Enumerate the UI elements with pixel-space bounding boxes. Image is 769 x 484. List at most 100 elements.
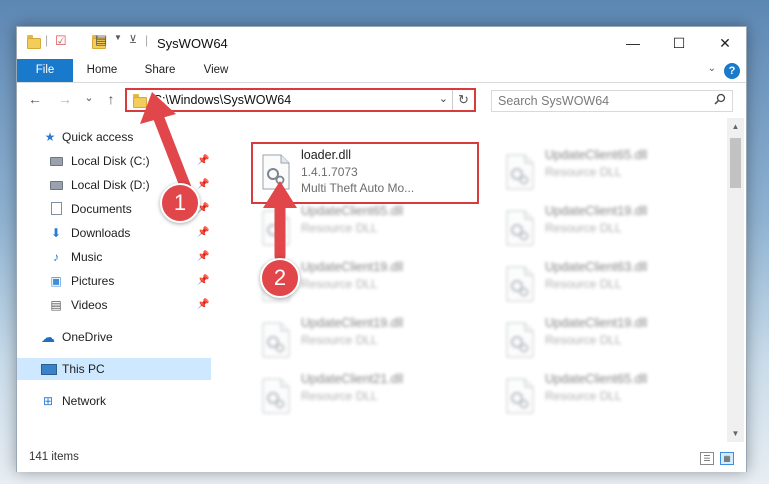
separator: |: [45, 33, 49, 47]
up-arrow-icon[interactable]: ↑: [101, 91, 121, 107]
sidebar-item-local-disk-c[interactable]: Local Disk (C:) 📌: [17, 150, 211, 172]
dll-file-icon: [262, 378, 290, 414]
recent-locations-icon[interactable]: ⌄: [79, 91, 99, 104]
pictures-icon: ▣: [50, 274, 62, 288]
address-bar[interactable]: C:\Windows\SysWOW64 ⌄ ↻: [125, 88, 476, 112]
file-detail: Resource DLL: [545, 165, 622, 179]
navigation-pane: ★ Quick access Local Disk (C:) 📌 Local D…: [17, 118, 211, 442]
pin-icon[interactable]: 📌: [197, 222, 209, 244]
sidebar-item-label: Quick access: [62, 130, 134, 144]
file-name[interactable]: UpdateClient19.dll: [545, 204, 647, 218]
chevron-down-icon[interactable]: ⌄: [708, 63, 716, 74]
file-detail: Resource DLL: [301, 221, 378, 235]
file-detail: Resource DLL: [545, 333, 622, 347]
file-name[interactable]: UpdateClient65.dll: [301, 204, 403, 218]
file-name[interactable]: loader.dll: [301, 148, 351, 162]
scroll-up-icon[interactable]: ▲: [727, 118, 744, 135]
tab-file[interactable]: File: [17, 59, 73, 82]
tab-share[interactable]: Share: [135, 59, 185, 82]
network-icon: ⊞: [42, 394, 54, 408]
pin-icon[interactable]: 📌: [197, 294, 209, 316]
file-name[interactable]: UpdateClient19.dll: [545, 316, 647, 330]
file-name[interactable]: UpdateClient19.dll: [301, 316, 403, 330]
step-1-badge: 1: [160, 183, 200, 223]
sidebar-item-label: Network: [62, 394, 107, 408]
scroll-thumb[interactable]: [730, 138, 741, 188]
tab-home[interactable]: Home: [77, 59, 127, 82]
chevron-down-icon[interactable]: ⌄: [439, 92, 448, 105]
file-item[interactable]: UpdateClient65.dll Resource DLL: [497, 144, 721, 200]
this-pc-icon: [41, 362, 57, 376]
sidebar-item-pictures[interactable]: ▣ Pictures 📌: [17, 270, 211, 292]
search-icon[interactable]: [714, 93, 726, 108]
properties-icon[interactable]: ☑: [55, 33, 67, 49]
status-bar: 141 items ☰ ▦: [17, 446, 746, 472]
search-placeholder[interactable]: Search SysWOW64: [498, 94, 609, 108]
sidebar-item-label: Downloads: [71, 226, 131, 240]
close-button[interactable]: ✕: [702, 27, 748, 59]
sidebar-item-label: Pictures: [71, 274, 115, 288]
file-name[interactable]: UpdateClient63.dll: [545, 260, 647, 274]
step-2-badge: 2: [260, 258, 300, 298]
file-name[interactable]: UpdateClient21.dll: [301, 372, 403, 386]
quick-access-toolbar-icon[interactable]: ▤: [95, 32, 107, 48]
downloads-icon: ⬇: [50, 226, 62, 240]
music-icon: ♪: [53, 250, 59, 264]
file-item[interactable]: UpdateClient19.dll Resource DLL: [497, 312, 721, 368]
star-icon: ★: [44, 130, 56, 144]
file-item[interactable]: UpdateClient63.dll Resource DLL: [497, 256, 721, 312]
ribbon-tabs: File Home Share View ⌄ ?: [17, 59, 746, 83]
minimize-button[interactable]: —: [610, 27, 656, 59]
customize-toolbar-icon[interactable]: ⊻: [129, 33, 137, 49]
large-icons-view-icon[interactable]: ▦: [720, 452, 734, 465]
details-view-icon[interactable]: ☰: [700, 452, 714, 465]
dll-file-icon: [506, 210, 534, 246]
tab-view[interactable]: View: [191, 59, 241, 82]
sidebar-item-this-pc[interactable]: This PC: [17, 358, 211, 380]
sidebar-item-videos[interactable]: ▤ Videos 📌: [17, 294, 211, 316]
sidebar-item-label: Documents: [71, 202, 132, 216]
sidebar-item-downloads[interactable]: ⬇ Downloads 📌: [17, 222, 211, 244]
pin-icon[interactable]: 📌: [197, 174, 209, 196]
vertical-scrollbar[interactable]: ▲ ▼: [727, 118, 744, 442]
help-icon[interactable]: ?: [724, 63, 740, 79]
file-item[interactable]: UpdateClient65.dll Resource DLL: [253, 200, 477, 256]
dll-file-icon: [506, 378, 534, 414]
folder-icon: [27, 35, 41, 49]
search-input[interactable]: Search SysWOW64: [491, 90, 733, 112]
chevron-down-icon[interactable]: ▼: [114, 33, 122, 49]
scroll-down-icon[interactable]: ▼: [727, 425, 744, 442]
back-arrow-icon[interactable]: ←: [25, 91, 45, 107]
dll-file-icon: [506, 154, 534, 190]
file-detail: Resource DLL: [545, 221, 622, 235]
maximize-button[interactable]: ☐: [656, 27, 702, 59]
file-explorer-window: | ☑ ▤ ▼ ⊻ | SysWOW64 — ☐ ✕ File Home Sha…: [16, 26, 747, 472]
file-item[interactable]: UpdateClient21.dll Resource DLL: [253, 368, 477, 424]
separator: |: [145, 33, 149, 47]
navigation-bar: ← → ⌄ ↑ C:\Windows\SysWOW64 ⌄ ↻ Search S…: [17, 83, 746, 118]
sidebar-item-label: Local Disk (C:): [71, 154, 150, 168]
sidebar-item-label: Videos: [71, 298, 108, 312]
file-name[interactable]: UpdateClient19.dll: [301, 260, 403, 274]
sidebar-item-quick-access[interactable]: ★ Quick access: [17, 126, 211, 148]
pin-icon[interactable]: 📌: [197, 150, 209, 172]
file-item-selected[interactable]: loader.dll 1.4.1.7073 Multi Theft Auto Mo.…: [251, 142, 479, 204]
drive-icon: [49, 178, 63, 192]
pin-icon[interactable]: 📌: [197, 246, 209, 268]
sidebar-item-network[interactable]: ⊞ Network: [17, 390, 211, 412]
address-path[interactable]: C:\Windows\SysWOW64: [153, 93, 291, 107]
sidebar-item-label: Local Disk (D:): [71, 178, 150, 192]
forward-arrow-icon[interactable]: →: [55, 91, 75, 107]
videos-icon: ▤: [50, 298, 62, 312]
file-name[interactable]: UpdateClient65.dll: [545, 148, 647, 162]
refresh-icon[interactable]: ↻: [452, 90, 474, 110]
documents-icon: [49, 202, 63, 216]
file-item[interactable]: UpdateClient65.dll Resource DLL: [497, 368, 721, 424]
file-item[interactable]: UpdateClient19.dll Resource DLL: [253, 312, 477, 368]
sidebar-item-onedrive[interactable]: ☁ OneDrive: [17, 326, 211, 348]
pin-icon[interactable]: 📌: [197, 270, 209, 292]
file-name[interactable]: UpdateClient65.dll: [545, 372, 647, 386]
sidebar-item-music[interactable]: ♪ Music 📌: [17, 246, 211, 268]
dll-file-icon: [506, 266, 534, 302]
file-item[interactable]: UpdateClient19.dll Resource DLL: [497, 200, 721, 256]
